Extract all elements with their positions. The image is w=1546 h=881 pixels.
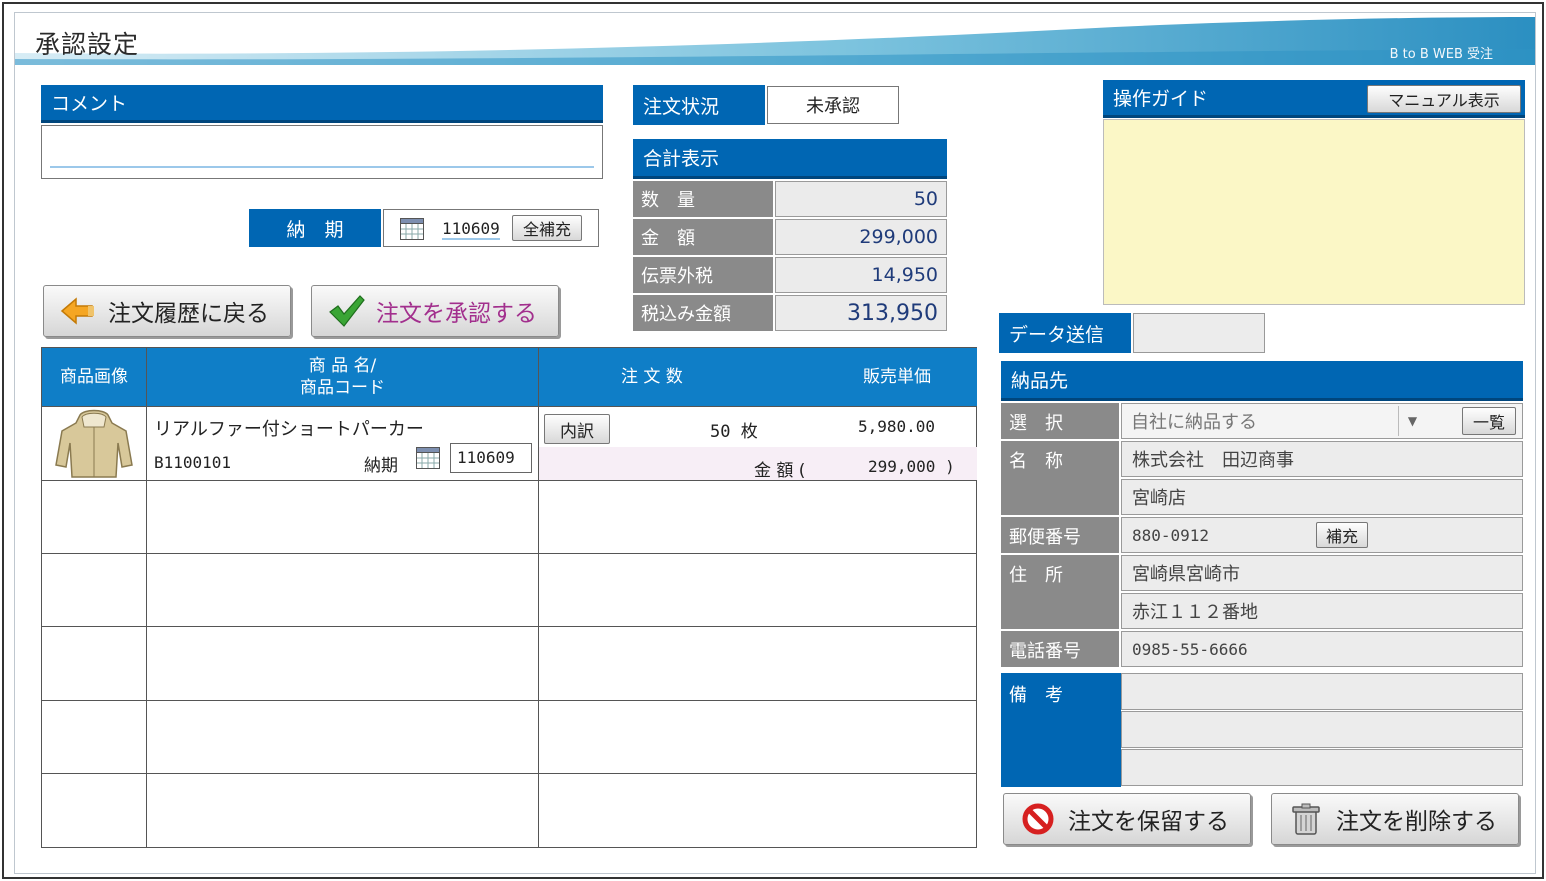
ship-tel-label: 電話番号 (1001, 631, 1119, 667)
ship-zip-label: 郵便番号 (1001, 517, 1119, 553)
row-due-input[interactable]: 110609 (450, 443, 532, 473)
totals-qty-label: 数 量 (633, 181, 773, 217)
ship-address-line2: 赤江１１２番地 (1121, 593, 1523, 629)
table-row: リアルファー付ショートパーカー B1100101 納期 110609 内訳 50… (42, 407, 977, 481)
ship-select-dropdown[interactable]: 自社に納品する (1123, 405, 1421, 437)
delivery-date-label: 納 期 (286, 218, 344, 241)
totals-tax-label: 伝票外税 (633, 257, 773, 293)
totals-amount-value: 299,000 (775, 219, 947, 255)
ship-to-title: 納品先 (1011, 370, 1069, 392)
brand-label: B to B WEB 受注 (1389, 47, 1493, 62)
ship-name-label: 名 称 (1001, 441, 1119, 515)
comment-header: コメント (41, 85, 603, 123)
chevron-down-icon[interactable]: ▼ (1398, 406, 1426, 436)
page-title: 承認設定 (35, 30, 140, 59)
hold-order-label: 注文を保留する (1068, 809, 1229, 835)
row-divider (42, 773, 976, 774)
data-send-header: データ送信 (999, 313, 1131, 353)
col-header-name: 商 品 名/ 商品コード (147, 348, 538, 406)
notes-line1[interactable] (1121, 673, 1523, 710)
ship-to-section: 納品先 選 択 自社に納品する ▼ 一覧 名 称 株式会社 田辺商事 宮崎店 郵… (1001, 361, 1523, 787)
row-divider (42, 480, 976, 481)
ship-tel-value: 0985-55-6666 (1121, 631, 1523, 667)
product-image-jacket[interactable] (52, 409, 136, 479)
delete-order-label: 注文を削除する (1336, 809, 1497, 835)
totals-qty-value: 50 (775, 181, 947, 217)
delivery-date-field: 110609 全補充 (383, 209, 599, 247)
totals-amount-label: 金 額 (633, 219, 773, 255)
delivery-date-header: 納 期 (249, 209, 381, 247)
col-header-name-line1: 商 品 名/ (308, 356, 377, 376)
delivery-date-input[interactable]: 110609 (442, 219, 500, 240)
totals-total-value: 313,950 (775, 295, 947, 331)
row-divider (42, 700, 976, 701)
notes-line3[interactable] (1121, 749, 1523, 786)
row-qty: 50 枚 (710, 422, 758, 442)
data-send-value (1133, 313, 1265, 353)
row-calendar-icon[interactable] (416, 447, 440, 469)
row-price: 5,980.00 (858, 417, 936, 436)
window-frame: 承認設定 B to B WEB 受注 コメント 納 期 110609 全補充 注… (2, 2, 1544, 879)
ship-name-line1: 株式会社 田辺商事 (1121, 441, 1523, 477)
row-amount-value: 299,000 ) (868, 457, 955, 476)
notes-line2[interactable] (1121, 711, 1523, 748)
back-to-history-button[interactable]: 注文履歴に戻る (43, 285, 291, 337)
row-due-label: 納期 (364, 456, 398, 476)
ship-address-label: 住 所 (1001, 555, 1119, 629)
totals-header: 合計表示 (633, 139, 947, 179)
page-header: 承認設定 B to B WEB 受注 (15, 13, 1535, 65)
col-header-qty-price: 注 文 数 販売単価 (539, 348, 977, 406)
product-table: 商品画像 商 品 名/ 商品コード 注 文 数 販売単価 リアルファー付ショート… (41, 347, 977, 848)
order-status-label: 注文状況 (643, 95, 720, 118)
product-code: B1100101 (154, 453, 232, 472)
zip-fill-button[interactable]: 補充 (1316, 522, 1368, 548)
ship-name-line2: 宮崎店 (1121, 479, 1523, 515)
col-header-image: 商品画像 (42, 348, 146, 406)
ship-zip-value: 880-0912 (1132, 525, 1210, 545)
calendar-icon[interactable] (400, 218, 424, 240)
notes-label: 備 考 (1001, 673, 1121, 787)
totals-title: 合計表示 (643, 148, 720, 170)
guide-label: 操作ガイド (1113, 88, 1209, 110)
detail-button[interactable]: 内訳 (544, 414, 610, 444)
comment-label: コメント (51, 93, 128, 115)
approve-order-button[interactable]: 注文を承認する (311, 285, 559, 337)
ship-select-row: 自社に納品する ▼ 一覧 (1121, 403, 1523, 439)
manual-button[interactable]: マニュアル表示 (1367, 85, 1521, 113)
fill-all-button[interactable]: 全補充 (512, 215, 582, 241)
row-amount-label: 金 額 ( (754, 461, 806, 481)
col-header-name-line2: 商品コード (300, 378, 385, 398)
ship-to-header: 納品先 (1001, 361, 1523, 401)
comment-box (41, 125, 603, 179)
ship-select-value: 自社に納品する (1131, 412, 1257, 433)
order-status-header: 注文状況 (633, 85, 765, 125)
delete-order-button[interactable]: 注文を削除する (1271, 793, 1519, 845)
row-divider (42, 553, 976, 554)
col-header-qty: 注 文 数 (621, 367, 683, 387)
page-content: 承認設定 B to B WEB 受注 コメント 納 期 110609 全補充 注… (14, 12, 1536, 874)
list-button[interactable]: 一覧 (1462, 407, 1516, 435)
order-status-value: 未承認 (767, 86, 899, 124)
back-arrow-icon (60, 297, 94, 325)
header-wave (15, 13, 1535, 65)
totals-tax-value: 14,950 (775, 257, 947, 293)
ship-select-label: 選 択 (1001, 403, 1119, 439)
approve-order-label: 注文を承認する (376, 301, 537, 327)
row-divider (42, 626, 976, 627)
data-send-label: データ送信 (1009, 323, 1105, 346)
hold-order-button[interactable]: 注文を保留する (1003, 793, 1251, 845)
ship-zip-row: 880-0912 補充 (1121, 517, 1523, 553)
ship-address-line1: 宮崎県宮崎市 (1121, 555, 1523, 591)
totals-total-label: 税込み金額 (633, 295, 773, 331)
checkmark-icon (329, 295, 365, 327)
back-to-history-label: 注文履歴に戻る (108, 301, 269, 327)
guide-panel (1103, 119, 1525, 305)
comment-input[interactable] (50, 166, 594, 168)
prohibited-icon (1022, 803, 1054, 835)
col-header-price: 販売単価 (863, 367, 931, 387)
trash-icon (1292, 803, 1320, 835)
product-name: リアルファー付ショートパーカー (154, 419, 424, 440)
